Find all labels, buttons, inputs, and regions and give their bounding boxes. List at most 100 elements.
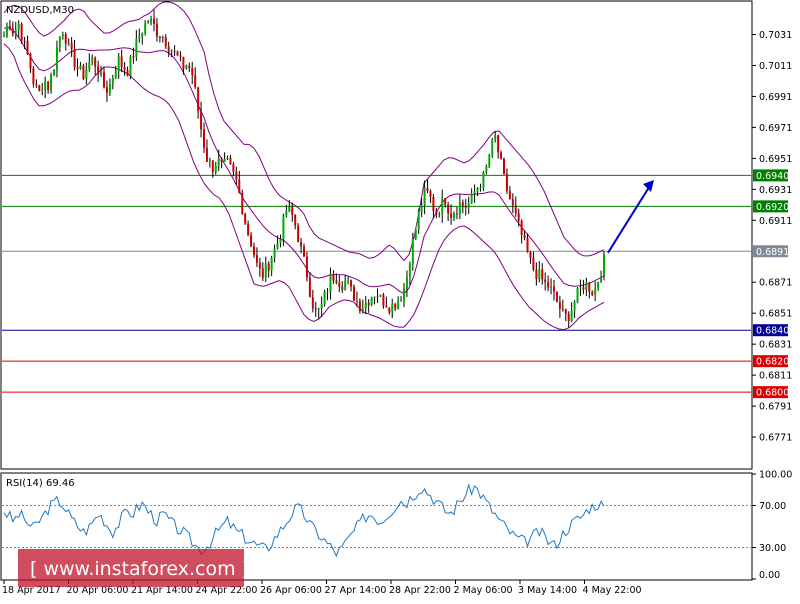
candle-body <box>426 187 429 192</box>
candle-body <box>3 36 5 38</box>
candle-body <box>500 152 503 159</box>
candle-body <box>58 36 61 48</box>
candle-body <box>185 65 188 69</box>
rsi-tick-label: 70.00 <box>759 501 786 512</box>
candle-body <box>432 196 435 212</box>
candle-body <box>603 254 605 277</box>
candle-body <box>270 258 273 271</box>
candle-body <box>170 51 173 53</box>
candle-body <box>114 71 117 78</box>
candle-body <box>414 229 417 239</box>
candle-body <box>403 288 405 301</box>
candle-body <box>420 205 423 212</box>
main-chart-title: NZDUSD,M30 <box>6 5 74 16</box>
candle-body <box>317 308 320 310</box>
candle-body <box>576 288 579 303</box>
candle-body <box>450 213 453 218</box>
candle-body <box>61 34 64 37</box>
candle-body <box>117 56 120 72</box>
time-tick-label: 28 Apr 22:00 <box>389 585 451 596</box>
candle-body <box>91 57 94 63</box>
candle-body <box>567 313 570 322</box>
candle-body <box>532 257 535 270</box>
candle-body <box>238 179 241 193</box>
candle-body <box>400 300 403 302</box>
candle-body <box>441 198 444 214</box>
price-tick-label: 0.6831 <box>759 340 792 351</box>
candle-body <box>17 23 20 31</box>
candle-body <box>367 302 370 306</box>
candle-body <box>388 307 391 313</box>
candle-body <box>23 40 26 42</box>
candle-body <box>461 202 464 206</box>
candle-body <box>482 172 485 188</box>
price-tick-label: 0.6951 <box>759 154 792 165</box>
chart-svg: 0.7031 0.7011 0.6991 0.6971 0.6951 0.6931 0.69… <box>0 0 800 600</box>
candle-body <box>244 214 247 224</box>
candle-body <box>382 294 385 306</box>
candle-body <box>314 308 317 310</box>
candle-body <box>111 77 114 85</box>
candle-body <box>467 203 470 208</box>
candle-body <box>558 301 561 309</box>
candle-body <box>353 286 355 301</box>
candle-body <box>32 68 35 84</box>
candle-body <box>385 305 388 308</box>
candle-body <box>105 87 108 93</box>
rsi-title: RSI(14) 69.46 <box>6 478 75 489</box>
candle-body <box>555 291 558 302</box>
price-tick-label: 0.6771 <box>759 433 792 444</box>
candle-body <box>338 282 341 287</box>
candle-body <box>200 110 203 130</box>
level-label: 0.6891 <box>756 247 789 258</box>
candle-body <box>455 213 458 215</box>
candle-body <box>350 280 353 287</box>
candle-body <box>182 56 185 69</box>
price-tick-label: 0.7031 <box>759 30 792 41</box>
candle-body <box>503 158 505 174</box>
candle-body <box>553 286 555 292</box>
watermark-badge: [ www.instaforex.com ] <box>18 549 249 587</box>
candle-body <box>188 65 191 68</box>
price-tick-label: 0.6871 <box>759 278 792 289</box>
level-label: 0.6920 <box>756 202 789 213</box>
candle-body <box>220 158 223 162</box>
time-tick-label: 4 May 22:00 <box>583 585 642 596</box>
candle-body <box>147 22 150 24</box>
candle-body <box>364 302 367 309</box>
candle-body <box>235 171 238 180</box>
candle-body <box>261 268 264 278</box>
candle-body <box>297 225 300 243</box>
candle-body <box>529 252 532 258</box>
candle-body <box>429 191 432 197</box>
candle-body <box>161 36 164 39</box>
candle-body <box>355 300 358 302</box>
candle-body <box>276 243 279 249</box>
candle-body <box>44 81 47 90</box>
candle-body <box>288 206 291 212</box>
candle-body <box>379 294 382 297</box>
chart-root: 0.7031 0.7011 0.6991 0.6971 0.6951 0.6931 0.69… <box>0 0 800 600</box>
candle-body <box>108 84 111 93</box>
candle-body <box>582 287 585 290</box>
candle-body <box>594 288 597 295</box>
candle-body <box>541 269 544 280</box>
candle-body <box>511 198 514 206</box>
candle-body <box>191 67 194 76</box>
candle-body <box>241 192 244 215</box>
candle-body <box>194 75 197 88</box>
candle-body <box>100 72 103 75</box>
candle-body <box>35 83 38 86</box>
level-label: 0.6940 <box>756 171 789 182</box>
candle-body <box>38 85 41 91</box>
candle-body <box>308 277 311 298</box>
candle-body <box>135 38 138 57</box>
candle-body <box>588 282 591 292</box>
candle-body <box>547 282 550 288</box>
candle-body <box>370 297 373 306</box>
candle-body <box>485 166 488 173</box>
candle-body <box>520 220 523 236</box>
candle-body <box>197 87 200 111</box>
price-tick-label: 0.6791 <box>759 402 792 413</box>
time-tick-label: 2 May 06:00 <box>454 585 513 596</box>
